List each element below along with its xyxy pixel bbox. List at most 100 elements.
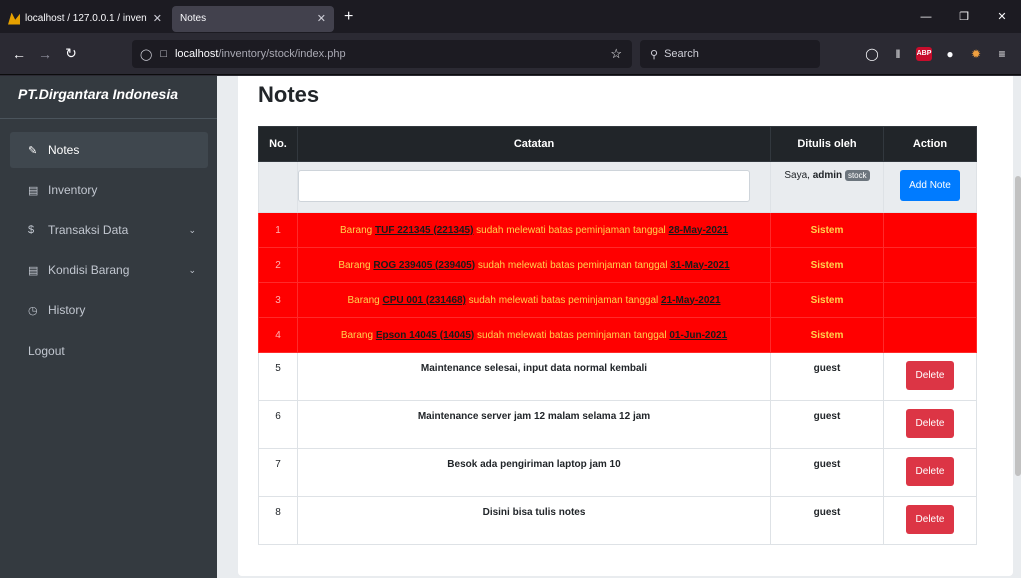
sidebar: PT.Dirgantara Indonesia ✎ Notes ▤ Invent… [0,76,217,578]
note-cell: Disini bisa tulis notes [297,496,771,545]
table-header-row: No. Catatan Ditulis oleh Action [258,126,977,162]
table-row: 2 Barang ROG 239405 (239405) sudah melewa… [258,247,977,283]
browser-tab-phpmyadmin[interactable]: localhost / 127.0.0.1 / inventory ✕ [0,5,170,32]
adblock-icon[interactable]: ABP [916,47,932,61]
search-box[interactable]: ⚲ Search [640,40,820,68]
action-cell [883,212,977,248]
browser-tab-notes[interactable]: Notes ✕ [172,5,334,32]
delete-button[interactable]: Delete [905,505,955,534]
divider [0,118,217,119]
close-window-icon[interactable]: ✕ [983,10,1021,23]
note-input[interactable] [298,170,750,202]
action-cell: Delete [883,496,977,545]
reload-icon[interactable]: ↻ [58,45,84,62]
note-text: sudah melewati batas peminjaman tanggal [465,294,662,306]
column-header-catatan: Catatan [297,126,771,162]
action-cell [883,282,977,318]
minimize-icon[interactable]: — [907,11,945,23]
author-name: admin [812,170,843,181]
item-link[interactable]: TUF 221345 (221345) [375,225,473,236]
date-link[interactable]: 01-Jun-2021 [669,330,727,341]
scrollbar[interactable] [1015,176,1021,476]
table-row: 7 Besok ada pengiriman laptop jam 10 guest… [258,448,977,497]
note-text: Barang [339,224,375,236]
row-number: 3 [258,282,298,318]
brand-name[interactable]: PT.Dirgantara Indonesia [18,86,178,102]
edit-icon: ✎ [28,144,38,157]
date-link[interactable]: 31-May-2021 [670,260,729,271]
sidebar-item-label: Inventory [48,183,98,197]
tab-title: localhost / 127.0.0.1 / inventory [25,13,147,24]
table-row: 3 Barang CPU 001 (231468) sudah melewati … [258,282,977,318]
delete-button[interactable]: Delete [905,457,955,486]
note-cell: Maintenance server jam 12 malam selama 1… [297,400,771,449]
author-cell: guest [770,400,884,449]
date-link[interactable]: 28-May-2021 [669,225,728,236]
role-badge: stock [844,170,870,181]
search-placeholder: Search [664,48,699,60]
sidebar-item-kondisi-barang[interactable]: ▤ Kondisi Barang ⌄ [10,252,208,288]
sidebar-item-notes[interactable]: ✎ Notes [10,132,208,168]
row-number: 8 [258,496,298,545]
row-number: 5 [258,352,298,401]
browser-tab-bar: localhost / 127.0.0.1 / inventory ✕ Note… [0,0,1021,33]
clock-icon: ◷ [28,304,38,317]
author-cell: guest [770,496,884,545]
delete-button[interactable]: Delete [905,409,955,438]
pocket-icon[interactable]: ◯ [859,47,885,61]
page-icon: □ [160,48,167,60]
row-number: 4 [258,317,298,353]
menu-hamburger-icon[interactable]: ≡ [989,47,1015,61]
search-icon: ⚲ [650,48,659,61]
page-title: Notes [258,82,320,107]
tab-close-icon[interactable]: ✕ [153,12,162,25]
dollar-icon: $ [28,224,35,236]
box-icon: ▤ [28,184,39,197]
sidebar-item-label: History [48,303,86,317]
empty-cell [258,161,298,213]
date-link[interactable]: 21-May-2021 [661,295,720,306]
table-row: 4 Barang Epson 14045 (14045) sudah melewa… [258,317,977,353]
sidebar-item-label: Kondisi Barang [48,263,130,277]
library-icon[interactable]: ‖ [885,47,911,61]
note-input-cell [297,161,771,213]
author-cell: guest [770,352,884,401]
note-text: Barang [347,294,383,306]
author-cell: Sistem [770,282,884,318]
extension-globe-icon[interactable]: ● [937,47,963,61]
sidebar-item-history[interactable]: ◷ History [10,292,208,328]
sidebar-item-label: Notes [48,143,80,157]
bookmark-star-icon[interactable]: ☆ [610,46,622,62]
row-number: 2 [258,247,298,283]
item-link[interactable]: Epson 14045 (14045) [376,330,474,341]
action-cell [883,247,977,283]
url-bar[interactable]: ◯ □ localhost/inventory/stock/index.php … [132,40,632,68]
author-prefix: Saya, [784,170,813,181]
add-note-button[interactable]: Add Note [900,170,960,201]
sidebar-item-inventory[interactable]: ▤ Inventory [10,172,208,208]
note-cell: Barang TUF 221345 (221345) sudah melewat… [297,212,771,248]
forward-arrow-icon[interactable]: → [32,46,58,62]
new-note-row: Saya, admin stock Add Note [258,161,977,213]
page-viewport: PT.Dirgantara Indonesia ✎ Notes ▤ Invent… [0,76,1021,578]
maximize-icon[interactable]: ❐ [945,10,983,23]
item-link[interactable]: CPU 001 (231468) [383,295,466,306]
delete-button[interactable]: Delete [905,361,955,390]
row-number: 6 [258,400,298,449]
notes-card: Notes No. Catatan Ditulis oleh Action Sa… [238,76,1013,576]
shield-icon: ◯ [140,48,153,61]
chevron-down-icon: ⌄ [188,264,196,275]
note-cell: Maintenance selesai, input data normal k… [297,352,771,401]
main-content: Notes No. Catatan Ditulis oleh Action Sa… [217,76,1021,578]
back-arrow-icon[interactable]: ← [6,46,32,62]
action-cell: Delete [883,400,977,449]
extension-color-icon[interactable]: ✹ [963,47,989,61]
add-cell: Add Note [883,161,977,213]
table-row: 6 Maintenance server jam 12 malam selama … [258,400,977,449]
logout-link[interactable]: Logout [28,344,65,358]
sidebar-item-transaksi-data[interactable]: $ Transaksi Data ⌄ [10,212,208,248]
column-header-no: No. [258,126,298,162]
new-tab-button[interactable]: + [344,8,353,26]
item-link[interactable]: ROG 239405 (239405) [373,260,475,271]
tab-close-icon[interactable]: ✕ [317,12,326,25]
